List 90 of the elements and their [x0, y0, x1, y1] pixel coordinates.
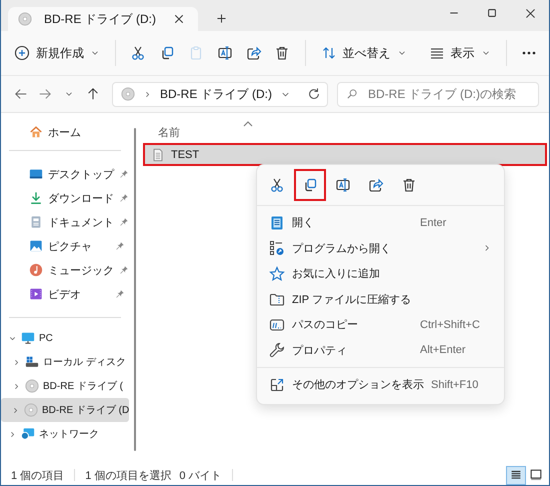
sidebar-item[interactable]: デスクトップ	[1, 162, 129, 186]
pin-icon	[119, 265, 129, 275]
document-icon	[29, 215, 43, 229]
scissors-icon	[130, 45, 146, 61]
sidebar-item[interactable]: ピクチャ	[1, 234, 129, 258]
file-name: TEST	[171, 148, 200, 160]
close-icon	[173, 13, 185, 25]
forward-icon	[38, 87, 52, 101]
tree-item[interactable]: BD-RE ドライブ (	[1, 374, 129, 398]
film-icon	[29, 287, 43, 301]
address-bar[interactable]: BD-RE ドライブ (D:)	[112, 82, 328, 106]
pin-icon	[115, 289, 125, 299]
file-icon	[151, 148, 165, 162]
refresh-icon	[307, 87, 321, 101]
rename-icon	[335, 177, 351, 193]
scrollbar[interactable]	[134, 128, 136, 451]
wrench-icon	[269, 342, 285, 358]
disc-icon	[24, 403, 38, 417]
download-icon	[29, 191, 43, 205]
selection-count: 1 個の項目を選択	[85, 468, 172, 482]
desktop-icon	[29, 167, 43, 181]
house-icon	[29, 125, 43, 139]
shortcut-label: Ctrl+Shift+C	[420, 318, 481, 331]
tree-item[interactable]: ローカル ディスク	[1, 350, 129, 374]
close-icon	[524, 6, 536, 20]
menu-item[interactable]: お気に入りに追加	[261, 261, 500, 286]
copy-button[interactable]	[294, 169, 326, 201]
share-icon	[246, 45, 262, 61]
menu-item[interactable]: プログラムから開く	[261, 236, 500, 261]
tree-item[interactable]: ネットワーク	[1, 422, 129, 446]
network-icon	[21, 427, 35, 441]
disc-icon	[18, 12, 32, 26]
pin-icon	[119, 169, 129, 179]
pin-icon	[115, 241, 125, 251]
tab-title: BD-RE ドライブ (D:)	[44, 10, 156, 28]
sort-caret-icon	[243, 121, 253, 127]
shortcut-label: Shift+F10	[431, 378, 480, 391]
search-field[interactable]: BD-RE ドライブ (D:)の検索	[337, 82, 539, 106]
column-header[interactable]: 名前	[158, 125, 278, 143]
sort-icon	[320, 45, 336, 61]
apps-icon	[269, 240, 285, 256]
plus-circle-icon	[14, 45, 30, 61]
sidebar-item[interactable]: ダウンロード	[1, 186, 129, 210]
tree-item[interactable]: PC	[1, 326, 129, 350]
address-path: BD-RE ドライブ (D:)	[160, 86, 272, 102]
maximize-icon	[486, 7, 498, 19]
expand-icon	[269, 376, 285, 393]
menu-item[interactable]: プロパティ Alt+Enter	[261, 338, 500, 363]
window-tab[interactable]: BD-RE ドライブ (D:)	[8, 7, 198, 31]
trash-icon	[401, 177, 417, 193]
monitor-icon	[21, 331, 35, 345]
tree-item[interactable]: BD-RE ドライブ (D	[1, 398, 129, 422]
tiles-view-icon	[529, 468, 543, 482]
plus-icon	[214, 12, 228, 24]
trash-icon	[274, 45, 290, 61]
picture-icon	[29, 239, 43, 253]
star-icon	[269, 266, 285, 282]
pin-icon	[119, 193, 129, 203]
share-icon	[368, 177, 384, 193]
sort-button[interactable]: 並べ替え	[314, 37, 414, 69]
pin-icon	[119, 217, 129, 227]
search-icon	[346, 88, 358, 100]
sidebar-item[interactable]: ビデオ	[1, 282, 129, 306]
more-icon	[520, 51, 537, 55]
zip-folder-icon	[269, 291, 285, 308]
scissors-icon	[269, 177, 285, 193]
menu-item[interactable]: パスのコピー Ctrl+Shift+C	[261, 312, 500, 338]
music-icon	[29, 263, 43, 277]
rename-icon	[216, 45, 233, 61]
disc-icon	[121, 87, 135, 101]
shortcut-label: Enter	[420, 216, 448, 229]
menu-item[interactable]: ZIP ファイルに圧縮する	[261, 286, 500, 312]
back-icon	[14, 87, 28, 101]
menu-item[interactable]: その他のオプションを表示 Shift+F10	[261, 372, 500, 398]
view-button[interactable]: 表示	[422, 37, 498, 69]
up-icon	[86, 87, 100, 101]
drive-icon	[25, 355, 39, 369]
path-icon	[269, 316, 285, 333]
item-count: 1 個の項目	[11, 468, 64, 482]
shortcut-label: Alt+Enter	[420, 344, 467, 356]
details-view-button[interactable]	[506, 466, 526, 484]
menu-item[interactable]: 開く Enter	[261, 210, 500, 236]
new-button[interactable]: 新規作成	[7, 37, 107, 69]
sidebar-item[interactable]: ホーム	[1, 120, 129, 144]
file-row[interactable]: TEST	[143, 143, 547, 166]
selection-size: 0 バイト	[179, 468, 222, 482]
sidebar-item[interactable]: ミュージック	[1, 258, 129, 282]
disc-icon	[25, 379, 39, 393]
notebook-icon	[269, 214, 285, 231]
sidebar-item[interactable]: ドキュメント	[1, 210, 129, 234]
